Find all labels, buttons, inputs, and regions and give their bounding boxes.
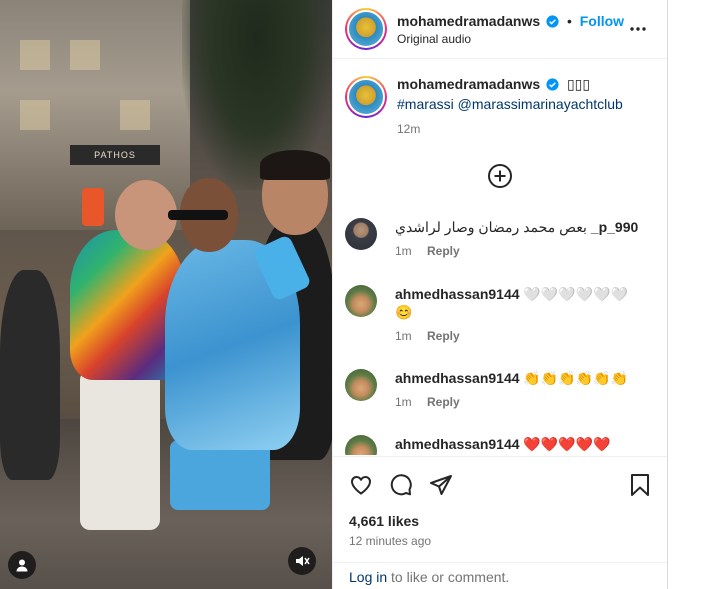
comment-body-line2: 😊 <box>395 304 413 320</box>
post-timestamp[interactable]: 12 minutes ago <box>349 534 431 548</box>
comment-body: 👏👏👏👏👏👏 <box>523 370 629 386</box>
reply-button[interactable]: Reply <box>427 244 460 258</box>
comment-icon[interactable] <box>389 473 413 497</box>
building-window <box>70 40 100 70</box>
separator-dot: • <box>566 12 572 29</box>
post-video[interactable]: PATHOS <box>0 0 332 589</box>
verified-icon <box>546 14 559 28</box>
comment-item: ahmedhassan9144 ❤️❤️❤️❤️❤️ <box>345 435 655 455</box>
author-avatar[interactable] <box>345 76 387 118</box>
author-username[interactable]: mohamedramadanws <box>397 13 540 29</box>
comment-meta: 1m Reply <box>395 244 638 258</box>
audio-link[interactable]: Original audio <box>397 32 624 46</box>
commenter-username[interactable]: ahmedhassan9144 <box>395 370 520 386</box>
building-window <box>120 100 150 130</box>
comment-text: بعص محمد رمضان وصار لراشدي _p_990 <box>395 218 638 236</box>
person-hair <box>260 150 330 180</box>
commenter-username[interactable]: ahmedhassan9144 <box>395 436 520 452</box>
comment-time: 1m <box>395 244 412 258</box>
person-pants <box>80 370 160 530</box>
phone <box>82 188 104 226</box>
caption-username[interactable]: mohamedramadanws <box>397 76 540 92</box>
comment-time: 1m <box>395 395 412 409</box>
commenter-username[interactable]: _p_990 <box>591 219 638 235</box>
login-link[interactable]: Log in <box>349 569 387 585</box>
commenter-username[interactable]: ahmedhassan9144 <box>395 286 520 302</box>
sunglasses <box>168 210 228 220</box>
share-icon[interactable] <box>429 473 453 497</box>
comment-item: بعص محمد رمضان وصار لراشدي _p_990 1m Rep… <box>345 218 655 258</box>
commenter-avatar[interactable] <box>345 369 377 401</box>
heart-icon[interactable] <box>349 473 373 497</box>
caption-time: 12m <box>397 122 421 136</box>
building-window <box>20 40 50 70</box>
post-caption: mohamedramadanws ▯▯▯ #marassi @marassima… <box>345 76 657 136</box>
comment-text: ahmedhassan9144 ❤️❤️❤️❤️❤️ <box>395 435 611 453</box>
reply-button[interactable]: Reply <box>427 395 460 409</box>
commenter-avatar[interactable] <box>345 285 377 317</box>
crowd-person <box>0 270 60 480</box>
bookmark-icon[interactable] <box>629 473 651 497</box>
author-meta: mohamedramadanws • Follow Original audio <box>397 13 624 46</box>
reply-button[interactable]: Reply <box>427 329 460 343</box>
comment-text: ahmedhassan9144 🤍🤍🤍🤍🤍🤍 😊 <box>395 285 628 321</box>
login-rest: to like or comment. <box>387 569 510 585</box>
add-comment-icon[interactable] <box>487 163 513 189</box>
login-prompt: Log in to like or comment. <box>333 562 667 589</box>
caption-emoji: ▯▯▯ <box>566 76 591 92</box>
comment-body: 🤍🤍🤍🤍🤍🤍 <box>523 286 629 302</box>
person-shorts <box>170 440 270 510</box>
follow-button[interactable]: Follow <box>580 13 624 29</box>
comment-item: ahmedhassan9144 👏👏👏👏👏👏 1m Reply <box>345 369 655 409</box>
action-bar <box>333 456 667 510</box>
like-count[interactable]: 4,661 likes <box>349 513 419 529</box>
building-window <box>20 100 50 130</box>
comment-body: ❤️❤️❤️❤️❤️ <box>523 436 611 452</box>
mute-button[interactable] <box>288 547 316 575</box>
comment-time: 1m <box>395 329 412 343</box>
tagged-users-button[interactable] <box>8 551 36 579</box>
author-avatar[interactable] <box>345 8 387 50</box>
commenter-avatar[interactable] <box>345 218 377 250</box>
comment-item: ahmedhassan9144 🤍🤍🤍🤍🤍🤍 😊 1m Reply <box>345 285 655 343</box>
commenter-avatar[interactable] <box>345 435 377 455</box>
store-sign: PATHOS <box>70 145 160 165</box>
user-icon <box>16 559 28 572</box>
verified-icon <box>546 78 559 91</box>
comment-text: ahmedhassan9144 👏👏👏👏👏👏 <box>395 369 628 387</box>
more-icon[interactable] <box>629 20 647 38</box>
post-sidebar: mohamedramadanws • Follow Original audio… <box>332 0 668 589</box>
comment-meta: 1m Reply <box>395 329 628 343</box>
caption-tags[interactable]: #marassi @marassimarinayachtclub <box>397 96 657 112</box>
comment-body: بعص محمد رمضان وصار لراشدي <box>395 219 587 235</box>
comment-meta: 1m Reply <box>395 395 628 409</box>
mute-icon <box>296 556 310 566</box>
post-header: mohamedramadanws • Follow Original audio <box>333 0 667 59</box>
